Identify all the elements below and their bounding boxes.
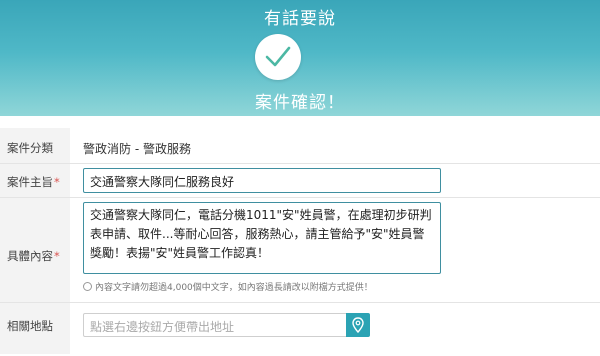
- content-row: 具體內容* 交通警察大隊同仁，電話分機1011"安"姓員警，在處理初步研判表申請…: [0, 197, 600, 302]
- label-cell: 案件主旨*: [0, 164, 70, 197]
- category-label: 案件分類: [7, 141, 53, 155]
- content-label-text: 具體內容: [7, 249, 53, 263]
- required-mark: *: [54, 175, 60, 189]
- subject-label: 案件主旨*: [7, 174, 60, 190]
- label-cell: 案件分類: [0, 128, 70, 163]
- success-badge: [255, 34, 301, 80]
- content-hint-text: 內容文字請勿超過4,000個中文字，如內容過長請改以附檔方式提供！: [95, 283, 373, 293]
- address-row: 相關地點 點選右邊按鈕方便帶出地址: [0, 302, 600, 354]
- category-value: 警政消防 - 警政服務: [83, 142, 191, 156]
- label-cell: 相關地點: [0, 303, 70, 354]
- comment-icon: [83, 282, 92, 291]
- map-pin-icon: [352, 317, 364, 333]
- content-textarea[interactable]: 交通警察大隊同仁，電話分機1011"安"姓員警，在處理初步研判表申請、取件...…: [83, 202, 441, 274]
- check-icon: [265, 46, 291, 67]
- page-title: 有話要說: [264, 9, 336, 29]
- case-form: 案件分類 警政消防 - 警政服務 案件主旨* 交通警察大隊同仁服務良好 具體內容…: [0, 128, 600, 354]
- content-hint: 內容文字請勿超過4,000個中文字，如內容過長請改以附檔方式提供！: [83, 280, 373, 293]
- map-pin-button[interactable]: [346, 313, 370, 337]
- address-label: 相關地點: [7, 319, 53, 333]
- category-row: 案件分類 警政消防 - 警政服務: [0, 128, 600, 163]
- subject-label-text: 案件主旨: [7, 175, 53, 189]
- required-mark: *: [54, 249, 60, 263]
- address-input[interactable]: 點選右邊按鈕方便帶出地址: [83, 313, 348, 337]
- confirmation-header: 有話要說 案件確認！: [0, 0, 600, 116]
- label-cell: 具體內容*: [0, 198, 70, 302]
- subject-row: 案件主旨* 交通警察大隊同仁服務良好: [0, 163, 600, 197]
- confirmation-subtitle: 案件確認！: [255, 93, 345, 113]
- subject-input[interactable]: 交通警察大隊同仁服務良好: [83, 168, 441, 193]
- content-label: 具體內容*: [7, 248, 60, 264]
